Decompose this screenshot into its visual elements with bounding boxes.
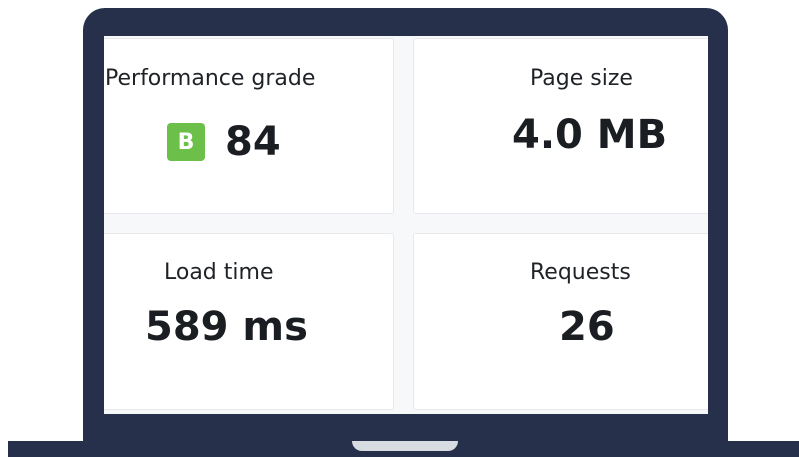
load-time-label: Load time	[164, 260, 274, 285]
grade-badge: B	[167, 123, 205, 161]
performance-grade-card: Performance grade B 84	[104, 38, 394, 214]
page-size-card: Page size 4.0 MB	[413, 38, 708, 214]
load-time-card: Load time 589 ms	[104, 233, 394, 410]
performance-grade-value-row: B 84	[167, 119, 281, 165]
page-size-label: Page size	[530, 66, 633, 91]
performance-grade-label: Performance grade	[105, 66, 316, 91]
laptop-mockup: Performance grade B 84 Page size 4.0 MB …	[0, 0, 799, 457]
requests-card: Requests 26	[413, 233, 708, 410]
load-time-value: 589 ms	[145, 304, 308, 350]
laptop-notch	[352, 441, 458, 451]
requests-label: Requests	[530, 260, 631, 285]
page-size-value: 4.0 MB	[512, 112, 668, 158]
requests-value: 26	[559, 304, 615, 350]
performance-score: 84	[225, 119, 281, 165]
laptop-screen: Performance grade B 84 Page size 4.0 MB …	[104, 36, 708, 414]
